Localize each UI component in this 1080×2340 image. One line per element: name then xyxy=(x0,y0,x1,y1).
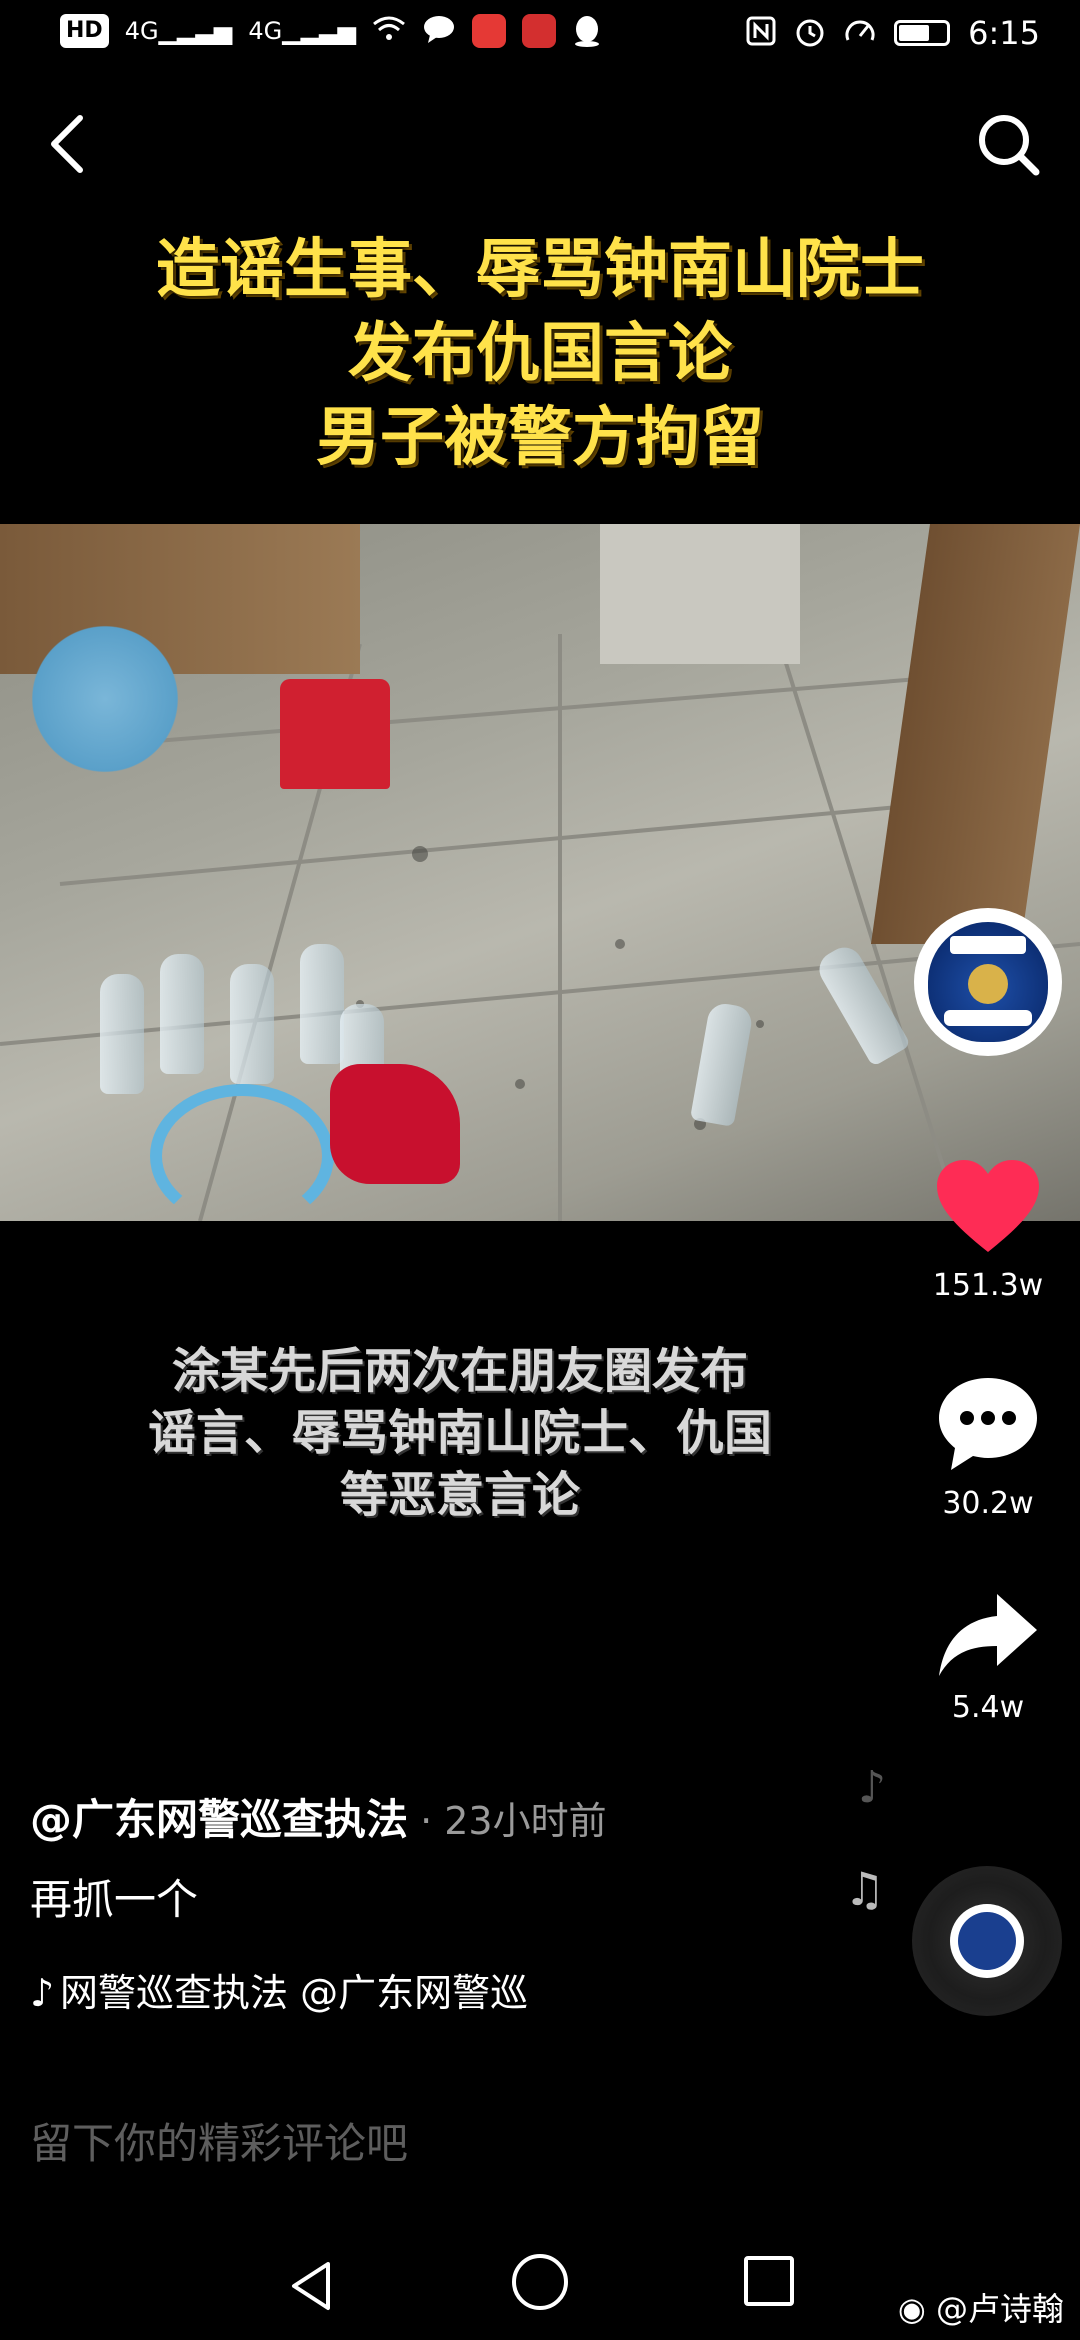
alarm-icon xyxy=(794,16,826,50)
heart-icon xyxy=(937,1160,1039,1252)
post-time: · 23小时前 xyxy=(408,1799,607,1843)
signal-label: 4G xyxy=(124,17,159,45)
comment-input[interactable]: 留下你的精彩评论吧 xyxy=(30,2110,408,2171)
video-frame[interactable] xyxy=(0,524,1080,1221)
subtitle-line: 谣言、辱骂钟南山院士、仇国 xyxy=(147,1405,772,1461)
nav-home-icon[interactable] xyxy=(512,2254,568,2310)
status-bar: HD 4G▁▂▃▅ 4G▁▂▃▅ 6:15 xyxy=(0,0,1080,72)
qq-icon xyxy=(572,14,602,48)
nav-recents-icon[interactable] xyxy=(744,2256,794,2306)
battery-icon xyxy=(894,20,951,46)
red-stool xyxy=(280,679,390,789)
like-button[interactable]: 151.3w xyxy=(908,1158,1068,1303)
back-button[interactable] xyxy=(40,104,100,184)
subtitle-line: 涂某先后两次在朋友圈发布 xyxy=(171,1343,748,1399)
author-line: @广东网警巡查执法 · 23小时前 xyxy=(30,1786,607,1847)
share-arrow-icon xyxy=(939,1594,1037,1676)
share-button[interactable]: 5.4w xyxy=(908,1590,1068,1725)
nav-back-icon[interactable] xyxy=(282,2256,342,2316)
headline-line: 男子被警方拘留 xyxy=(316,401,764,475)
music-info[interactable]: ♪ 网警巡查执法 @广东网警巡 xyxy=(30,1962,570,2018)
doorway xyxy=(600,524,800,664)
music-ticker: 网警巡查执法 @广东网警巡 xyxy=(60,1971,529,2015)
water-bottle xyxy=(300,944,344,1064)
weibo-watermark: ◉ @卢诗翰 xyxy=(898,2284,1064,2330)
badge-emblem-icon xyxy=(968,964,1008,1004)
music-notes-icon: ♫ xyxy=(844,1862,886,1916)
comment-count: 30.2w xyxy=(942,1486,1034,1521)
status-left: HD 4G▁▂▃▅ 4G▁▂▃▅ xyxy=(60,14,602,48)
comment-button[interactable]: 30.2w xyxy=(908,1372,1068,1521)
nfc-icon xyxy=(746,16,776,50)
chevron-left-icon xyxy=(51,115,83,173)
red-cloth xyxy=(330,1064,460,1184)
headline-line: 造谣生事、辱骂钟南山院士 xyxy=(156,233,924,307)
clock: 6:15 xyxy=(968,14,1040,52)
signal-icon: 4G▁▂▃▅ xyxy=(124,17,233,45)
search-icon xyxy=(979,115,1040,176)
badge-top-band xyxy=(950,936,1026,954)
message-icon xyxy=(422,14,456,48)
fan-stand xyxy=(150,1084,334,1221)
video-headline: 造谣生事、辱骂钟南山院士 发布仇国言论 男子被警方拘留 xyxy=(0,228,1080,480)
author-name[interactable]: @广东网警巡查执法 xyxy=(30,1795,408,1844)
disc-cover xyxy=(950,1904,1024,1978)
music-note-icon: ♪ xyxy=(858,1762,887,1813)
water-bottle xyxy=(160,954,204,1074)
police-badge-icon xyxy=(928,922,1048,1042)
subtitle-line: 等恶意言论 xyxy=(339,1467,580,1523)
weibo-icon: ◉ xyxy=(897,2290,926,2328)
headline-line: 发布仇国言论 xyxy=(348,317,732,391)
like-count: 151.3w xyxy=(932,1268,1044,1303)
video-subtitle: 涂某先后两次在朋友圈发布 谣言、辱骂钟南山院士、仇国 等恶意言论 xyxy=(40,1340,880,1526)
signal-icon-2: 4G▁▂▃▅ xyxy=(248,17,357,45)
signal-label-2: 4G xyxy=(248,17,283,45)
author-avatar[interactable] xyxy=(914,908,1062,1056)
status-right: 6:15 xyxy=(746,14,1040,52)
app-notification-icon-2 xyxy=(522,14,557,48)
badge-bottom-band xyxy=(944,1010,1032,1026)
post-caption: 再抓一个 xyxy=(30,1875,199,1924)
watermark-text: @卢诗翰 xyxy=(935,2290,1064,2328)
video-screen: HD 4G▁▂▃▅ 4G▁▂▃▅ 6:15 造谣生事、辱骂钟南山院士 发布仇国言… xyxy=(0,0,1080,2340)
water-bottle xyxy=(100,974,144,1094)
speed-icon xyxy=(844,16,876,50)
fan xyxy=(20,614,190,784)
police-badge-icon xyxy=(958,1912,1016,1970)
wifi-icon xyxy=(372,14,406,48)
music-disc[interactable] xyxy=(912,1866,1062,2016)
app-notification-icon xyxy=(472,14,507,48)
hd-badge: HD xyxy=(60,14,109,48)
share-count: 5.4w xyxy=(951,1690,1025,1725)
search-button[interactable] xyxy=(970,104,1050,184)
comment-icon xyxy=(939,1378,1037,1470)
water-bottle xyxy=(230,964,274,1084)
